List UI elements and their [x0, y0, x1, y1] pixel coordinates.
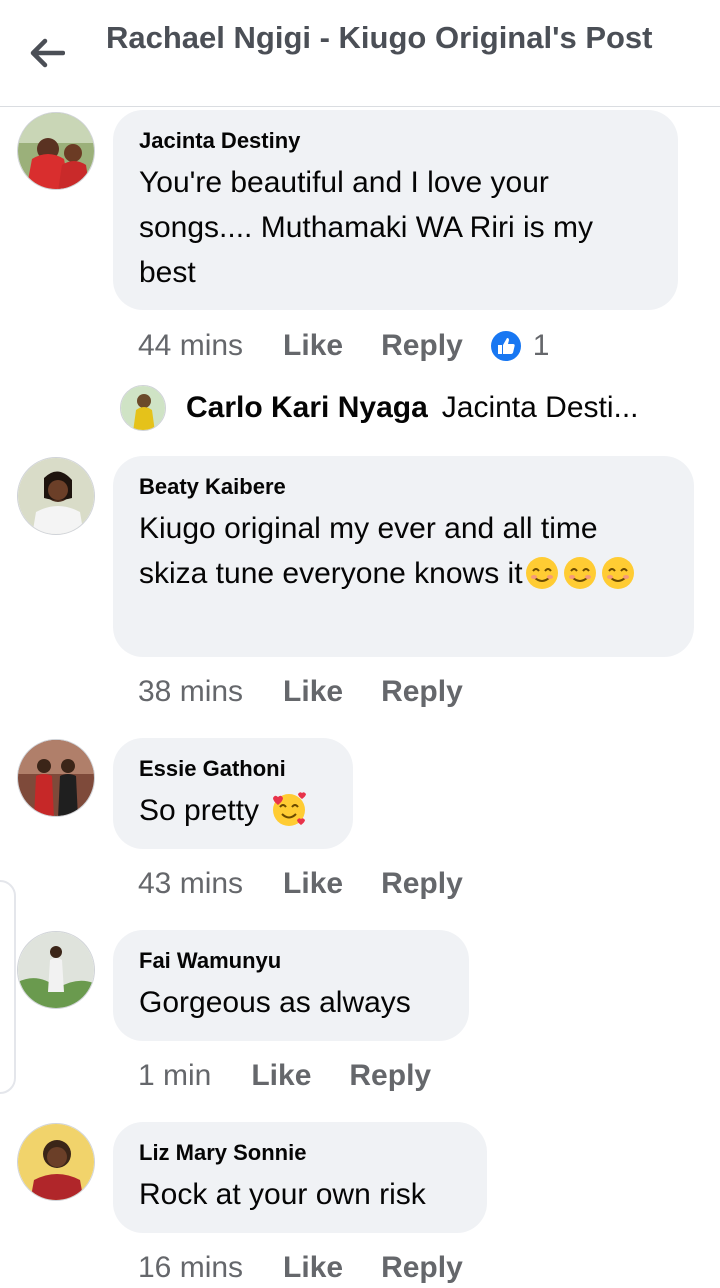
like-button[interactable]: Like	[283, 867, 343, 901]
commenter-name[interactable]: Liz Mary Sonnie	[139, 1138, 461, 1168]
avatar[interactable]	[17, 457, 95, 535]
reply-button[interactable]: Reply	[381, 867, 463, 901]
comment-time[interactable]: 44 mins	[138, 329, 243, 363]
comment-bubble[interactable]: Fai Wamunyu Gorgeous as always	[113, 930, 469, 1041]
reply-button[interactable]: Reply	[381, 1251, 463, 1285]
commenter-name[interactable]: Fai Wamunyu	[139, 946, 443, 976]
comment-text: Rock at your own risk	[139, 1178, 426, 1211]
comment-text: So pretty	[139, 794, 260, 827]
smiling-face-with-hearts-icon	[269, 790, 309, 841]
comment-time[interactable]: 38 mins	[138, 675, 243, 709]
edge-handle[interactable]	[0, 880, 16, 1094]
comment-bubble[interactable]: Liz Mary Sonnie Rock at your own risk	[113, 1122, 487, 1233]
reaction-summary[interactable]: 1	[488, 329, 550, 363]
comment-bubble[interactable]: Essie Gathoni So pretty	[113, 738, 353, 849]
avatar[interactable]	[17, 931, 95, 1009]
smiling-face-icon	[525, 555, 637, 604]
comment-actions: 43 mins Like Reply	[138, 864, 501, 904]
commenter-name[interactable]: Beaty Kaibere	[139, 472, 668, 502]
avatar[interactable]	[17, 739, 95, 817]
reply-button[interactable]: Reply	[381, 329, 463, 363]
reply-avatar[interactable]	[120, 385, 166, 431]
comment-text: You're beautiful and I love your songs..…	[139, 166, 593, 289]
comment-actions: 16 mins Like Reply	[138, 1248, 501, 1288]
back-button[interactable]	[26, 32, 68, 74]
reply-button[interactable]: Reply	[349, 1059, 431, 1093]
avatar[interactable]	[17, 112, 95, 190]
comment-actions: 44 mins Like Reply 1	[138, 326, 549, 366]
commenter-name[interactable]: Jacinta Destiny	[139, 126, 652, 156]
comment-text-wrapper: Kiugo original my ever and all time skiz…	[139, 506, 668, 604]
like-button[interactable]: Like	[283, 1251, 343, 1285]
page-title: Rachael Ngigi - Kiugo Original's Post	[106, 20, 653, 55]
reply-preview[interactable]: Carlo Kari Nyaga Jacinta Desti...	[120, 384, 700, 432]
comment-time[interactable]: 16 mins	[138, 1251, 243, 1285]
comment-actions: 1 min Like Reply	[138, 1056, 469, 1096]
thumbs-up-icon	[488, 329, 523, 363]
header-bar: Rachael Ngigi - Kiugo Original's Post	[0, 0, 720, 107]
comment-text-wrapper: So pretty	[139, 788, 327, 841]
back-arrow-icon	[30, 38, 65, 68]
comment-bubble[interactable]: Jacinta Destiny You're beautiful and I l…	[113, 110, 678, 310]
like-button[interactable]: Like	[251, 1059, 311, 1093]
like-button[interactable]: Like	[283, 675, 343, 709]
commenter-name[interactable]: Essie Gathoni	[139, 754, 327, 784]
like-button[interactable]: Like	[283, 329, 343, 363]
reply-author-name[interactable]: Carlo Kari Nyaga	[186, 391, 428, 425]
reaction-count: 1	[532, 329, 550, 362]
comment-time[interactable]: 43 mins	[138, 867, 243, 901]
avatar[interactable]	[17, 1123, 95, 1201]
comment-time[interactable]: 1 min	[138, 1059, 211, 1093]
reply-button[interactable]: Reply	[381, 675, 463, 709]
comment-text: Gorgeous as always	[139, 986, 411, 1019]
comment-actions: 38 mins Like Reply	[138, 672, 501, 712]
reply-snippet: Jacinta Desti...	[441, 391, 639, 424]
comment-bubble[interactable]: Beaty Kaibere Kiugo original my ever and…	[113, 456, 694, 657]
